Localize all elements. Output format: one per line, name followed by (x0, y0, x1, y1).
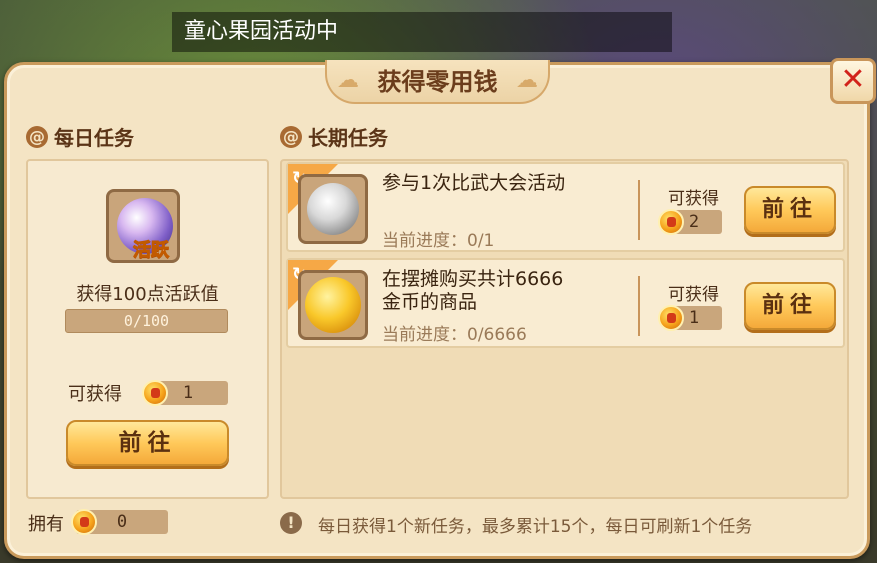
cloud-deco-left-icon: ☁ (337, 68, 359, 93)
task-title: 参与1次比武大会活动 (382, 172, 566, 194)
task-reward-label: 可获得 (668, 189, 719, 209)
coin-icon (658, 305, 684, 331)
task-row: ↻ 在摆摊购买共计6666 金币的商品 当前进度：0/6666 可获得 1 前往 (286, 258, 845, 348)
daily-reward-label: 可获得 (68, 384, 122, 405)
panel-title: 获得零用钱 (377, 68, 498, 96)
cloud-deco-right-icon: ☁ (516, 68, 538, 93)
daily-heading: @ 每日任务 (26, 122, 134, 151)
coin-icon (658, 209, 684, 235)
long-term-heading: @ 长期任务 (280, 122, 388, 151)
task-row: ↻ 参与1次比武大会活动 当前进度：0/1 可获得 2 前往 (286, 162, 845, 252)
daily-progress-bar: 0/100 (65, 309, 228, 333)
activity-badge: 活跃 (133, 240, 170, 262)
task-icon-frame (298, 270, 368, 340)
swirl-icon: @ (280, 125, 302, 148)
divider (638, 180, 640, 240)
task-progress: 当前进度：0/1 (382, 231, 495, 251)
activity-icon-frame: 活跃 (106, 189, 180, 263)
close-icon: ✕ (840, 62, 866, 97)
swirl-icon: @ (26, 125, 48, 148)
tip-text: 每日获得1个新任务，最多累计15个，每日可刷新1个任务 (318, 517, 753, 537)
daily-description: 获得100点活跃值 (76, 284, 219, 305)
daily-go-button[interactable]: 前往 (66, 420, 229, 466)
silver-orb-icon (307, 183, 359, 235)
task-progress: 当前进度：0/6666 (382, 325, 527, 345)
task-go-button[interactable]: 前往 (744, 186, 836, 234)
title-tab: ☁ 获得零用钱 ☁ (325, 60, 550, 104)
own-label: 拥有 (28, 514, 64, 535)
close-button[interactable]: ✕ (830, 58, 876, 104)
coin-icon (142, 380, 168, 406)
divider (638, 276, 640, 336)
task-go-button[interactable]: 前往 (744, 282, 836, 330)
task-reward-label: 可获得 (668, 285, 719, 305)
gold-coin-icon (305, 277, 361, 333)
task-icon-frame (298, 174, 368, 244)
daily-progress-text: 0/100 (123, 312, 170, 330)
task-title: 在摆摊购买共计6666 金币的商品 (382, 268, 564, 313)
marquee-banner: 童心果园活动中 (172, 12, 672, 52)
info-icon: ! (280, 512, 302, 534)
coin-icon (71, 509, 97, 535)
